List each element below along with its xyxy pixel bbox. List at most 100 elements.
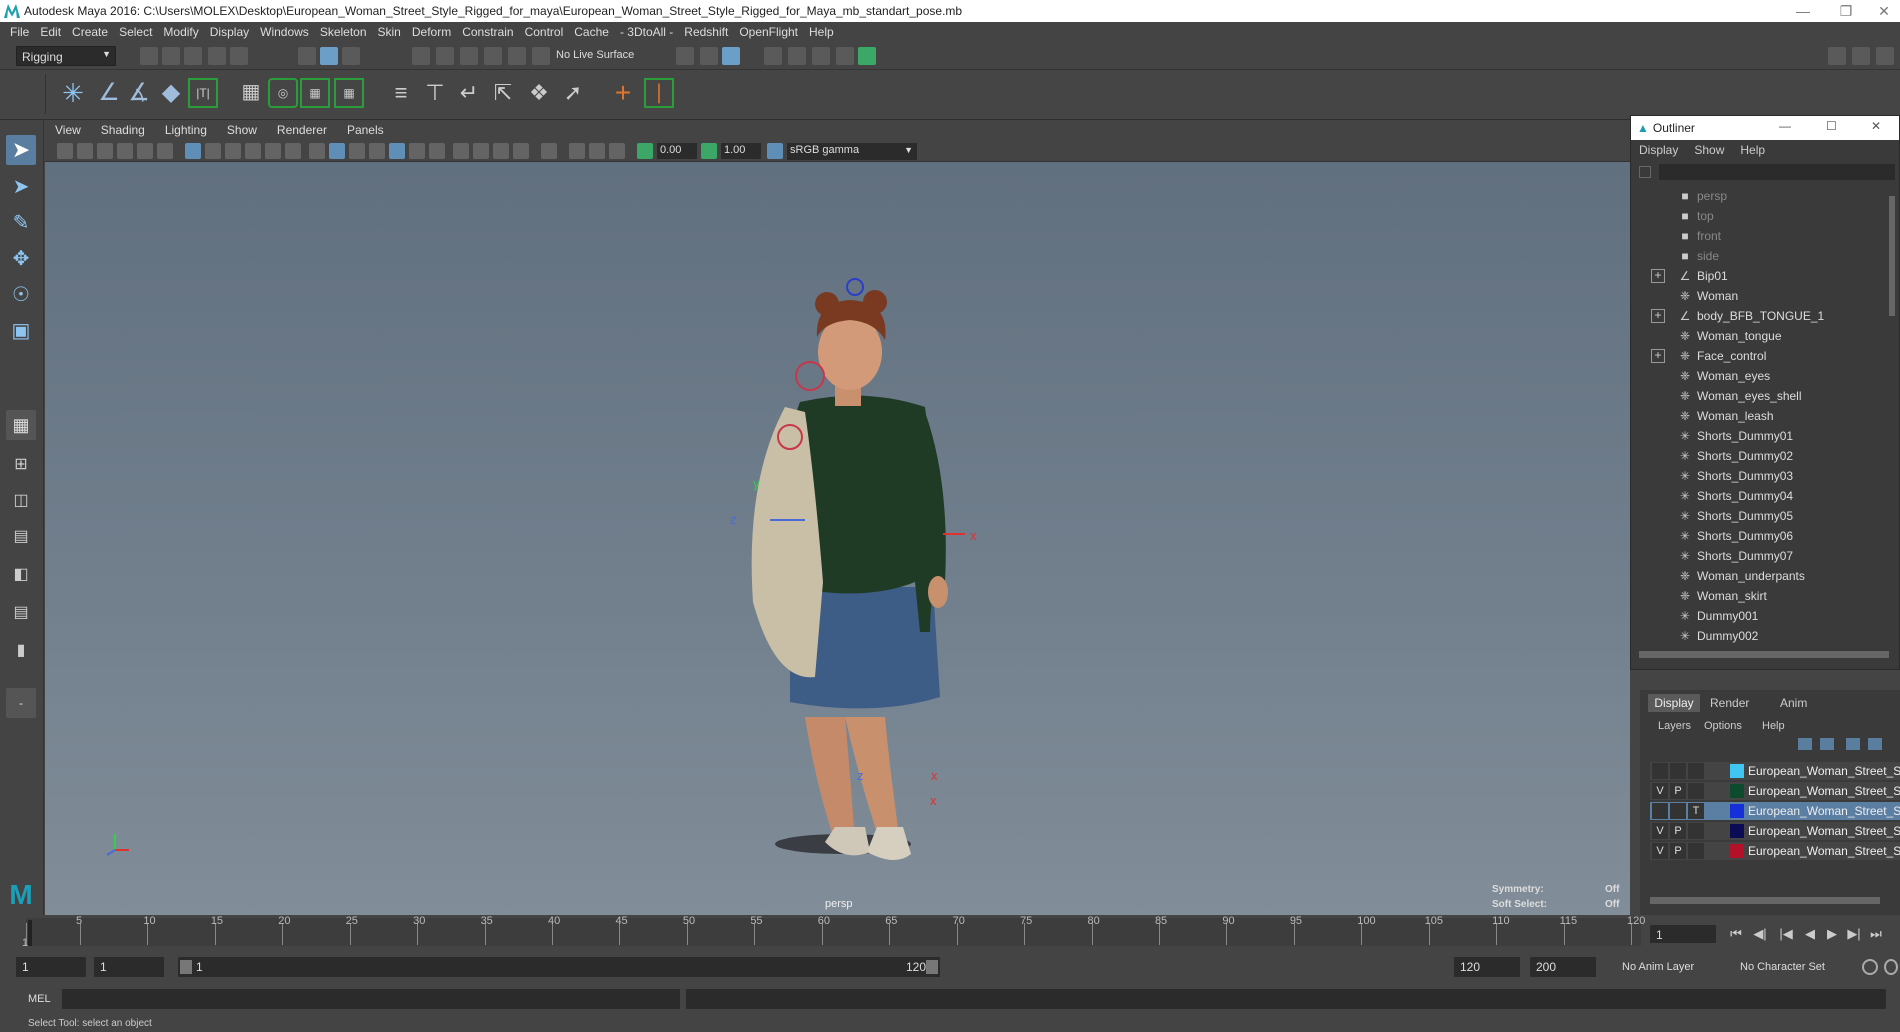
- scale-tool-icon[interactable]: ▣: [6, 316, 36, 346]
- vp-menu-lighting[interactable]: Lighting: [165, 123, 207, 137]
- view-transform-dropdown[interactable]: sRGB gamma ▼: [787, 143, 917, 160]
- current-time-marker[interactable]: [28, 920, 32, 946]
- outliner-minimize-icon[interactable]: —: [1779, 119, 1791, 133]
- outliner-item[interactable]: ❈ Woman_eyes: [1631, 366, 1881, 386]
- gamma-field[interactable]: 1.00: [721, 143, 761, 159]
- four-view-layout-icon[interactable]: ⊞: [6, 450, 36, 480]
- play-forwards-icon[interactable]: ▶: [1824, 926, 1840, 942]
- screen-space-ao-icon[interactable]: [453, 143, 469, 159]
- script-layout-icon[interactable]: ▮: [6, 636, 36, 666]
- mirror-joint-icon[interactable]: |T|: [188, 78, 218, 108]
- outliner-item[interactable]: ❈ Woman_skirt: [1631, 586, 1881, 606]
- ipr-render-icon[interactable]: [812, 47, 830, 65]
- attribute-editor-icon[interactable]: [1852, 47, 1870, 65]
- menu-file[interactable]: File: [10, 25, 29, 39]
- shadows-icon[interactable]: [429, 143, 445, 159]
- vp-menu-show[interactable]: Show: [227, 123, 257, 137]
- outliner-item[interactable]: ✳ Shorts_Dummy01: [1631, 426, 1881, 446]
- open-scene-icon[interactable]: [162, 47, 180, 65]
- outliner-item[interactable]: ❈ Woman: [1631, 286, 1881, 306]
- resolution-gate-icon[interactable]: [225, 143, 241, 159]
- cmd-language-label[interactable]: MEL: [28, 993, 51, 1005]
- layer-playback-toggle[interactable]: [1670, 763, 1686, 779]
- outliner-maximize-icon[interactable]: ☐: [1826, 119, 1837, 133]
- outliner-item[interactable]: ■ front: [1631, 226, 1881, 246]
- input-ops-icon[interactable]: [700, 47, 718, 65]
- move-tool-icon[interactable]: ✥: [6, 244, 36, 274]
- play-backwards-icon[interactable]: ◀: [1802, 926, 1818, 942]
- snap-point-icon[interactable]: [460, 47, 478, 65]
- grid-icon[interactable]: [185, 143, 201, 159]
- ik-joint-tool-icon[interactable]: ✳: [58, 78, 88, 108]
- render-current-icon[interactable]: [788, 47, 806, 65]
- time-slider[interactable]: 1 5 10 15 20 25 30 35 40 45 50 55 60 65 70 75 80 85 90 95 10…: [0, 915, 1900, 953]
- menu-constrain[interactable]: Constrain: [462, 25, 513, 39]
- parent-constraint-icon[interactable]: ❖: [524, 78, 554, 108]
- restore-icon[interactable]: ❐: [1828, 0, 1864, 22]
- modeling-toolkit-icon[interactable]: [1828, 47, 1846, 65]
- 2d-pan-zoom-icon[interactable]: [137, 143, 153, 159]
- snap-view-plane-icon[interactable]: [484, 47, 502, 65]
- range-slider-track[interactable]: 1 120: [178, 957, 940, 977]
- menu-openflight[interactable]: OpenFlight: [739, 25, 798, 39]
- anim-layer-dropdown[interactable]: No Anim Layer: [1622, 961, 1694, 973]
- bookmark-icon[interactable]: [97, 143, 113, 159]
- menu-select[interactable]: Select: [119, 25, 152, 39]
- redo-icon[interactable]: [230, 47, 248, 65]
- layer-visibility-toggle[interactable]: V: [1652, 783, 1668, 799]
- outliner-hscrollbar[interactable]: [1639, 651, 1889, 658]
- outliner-menu-show[interactable]: Show: [1694, 143, 1724, 157]
- animation-start-field[interactable]: 1: [16, 957, 86, 977]
- layers-menu-options[interactable]: Options: [1704, 720, 1742, 732]
- depth-of-field-icon[interactable]: [513, 143, 529, 159]
- xray-icon[interactable]: [369, 143, 385, 159]
- move-layer-up-icon[interactable]: [1798, 738, 1812, 750]
- layer-color-swatch[interactable]: [1730, 824, 1744, 838]
- orient-constraint-icon[interactable]: ↵: [454, 78, 484, 108]
- layer-row[interactable]: T European_Woman_Street_Style: [1650, 802, 1900, 820]
- go-to-start-icon[interactable]: ⏮: [1728, 926, 1744, 942]
- hypershade-layout-icon[interactable]: ◧: [6, 560, 36, 590]
- xray-joints-icon[interactable]: [569, 143, 585, 159]
- bind-skin-icon[interactable]: ▦: [236, 78, 266, 108]
- layer-playback-toggle[interactable]: P: [1670, 843, 1686, 859]
- snap-grid-icon[interactable]: [412, 47, 430, 65]
- camera-attributes-icon[interactable]: [77, 143, 93, 159]
- close-icon[interactable]: ✕: [1866, 0, 1900, 22]
- multisample-aa-icon[interactable]: [493, 143, 509, 159]
- layer-row[interactable]: V P European_Woman_Street_Sty: [1650, 822, 1900, 840]
- layer-row[interactable]: V P European_Woman_Street_Sty: [1650, 842, 1900, 860]
- menu-display[interactable]: Display: [210, 25, 249, 39]
- persp-outliner-layout-icon[interactable]: ◫: [6, 486, 36, 516]
- outliner-menu-display[interactable]: Display: [1639, 143, 1678, 157]
- layer-display-type-toggle[interactable]: [1688, 843, 1704, 859]
- custom-layout-icon[interactable]: -: [6, 688, 36, 718]
- tab-render[interactable]: Render: [1710, 696, 1749, 710]
- snap-curve-icon[interactable]: [436, 47, 454, 65]
- backface-culling-icon[interactable]: [609, 143, 625, 159]
- step-back-key-icon[interactable]: ◀|: [1752, 926, 1768, 942]
- outliner-item[interactable]: ✳ Shorts_Dummy02: [1631, 446, 1881, 466]
- current-frame-field[interactable]: 1: [1650, 925, 1716, 943]
- field-chart-icon[interactable]: [265, 143, 281, 159]
- menu-modify[interactable]: Modify: [163, 25, 198, 39]
- outliner-item[interactable]: ❈ Woman_leash: [1631, 406, 1881, 426]
- outliner-vscrollbar[interactable]: [1889, 196, 1895, 316]
- new-scene-icon[interactable]: [140, 47, 158, 65]
- layer-color-swatch[interactable]: [1730, 844, 1744, 858]
- layer-color-swatch[interactable]: [1730, 804, 1744, 818]
- layer-visibility-toggle[interactable]: [1652, 803, 1668, 819]
- joint-tool-icon[interactable]: ∠: [94, 78, 124, 108]
- maya-home-icon[interactable]: M: [6, 880, 36, 910]
- outliner-item[interactable]: ✳ Dummy002: [1631, 626, 1881, 646]
- outliner-item[interactable]: + ❈ Face_control: [1631, 346, 1881, 366]
- safe-action-icon[interactable]: [285, 143, 301, 159]
- minimize-icon[interactable]: —: [1785, 0, 1821, 22]
- outliner-item[interactable]: ■ side: [1631, 246, 1881, 266]
- pole-vector-icon[interactable]: ➚: [558, 78, 588, 108]
- menu-3dtoall[interactable]: - 3DtoAll -: [620, 25, 673, 39]
- scale-constraint-icon[interactable]: ⇱: [488, 78, 518, 108]
- select-component-icon[interactable]: [342, 47, 360, 65]
- wireframe-icon[interactable]: [309, 143, 325, 159]
- range-end-handle[interactable]: [926, 960, 938, 974]
